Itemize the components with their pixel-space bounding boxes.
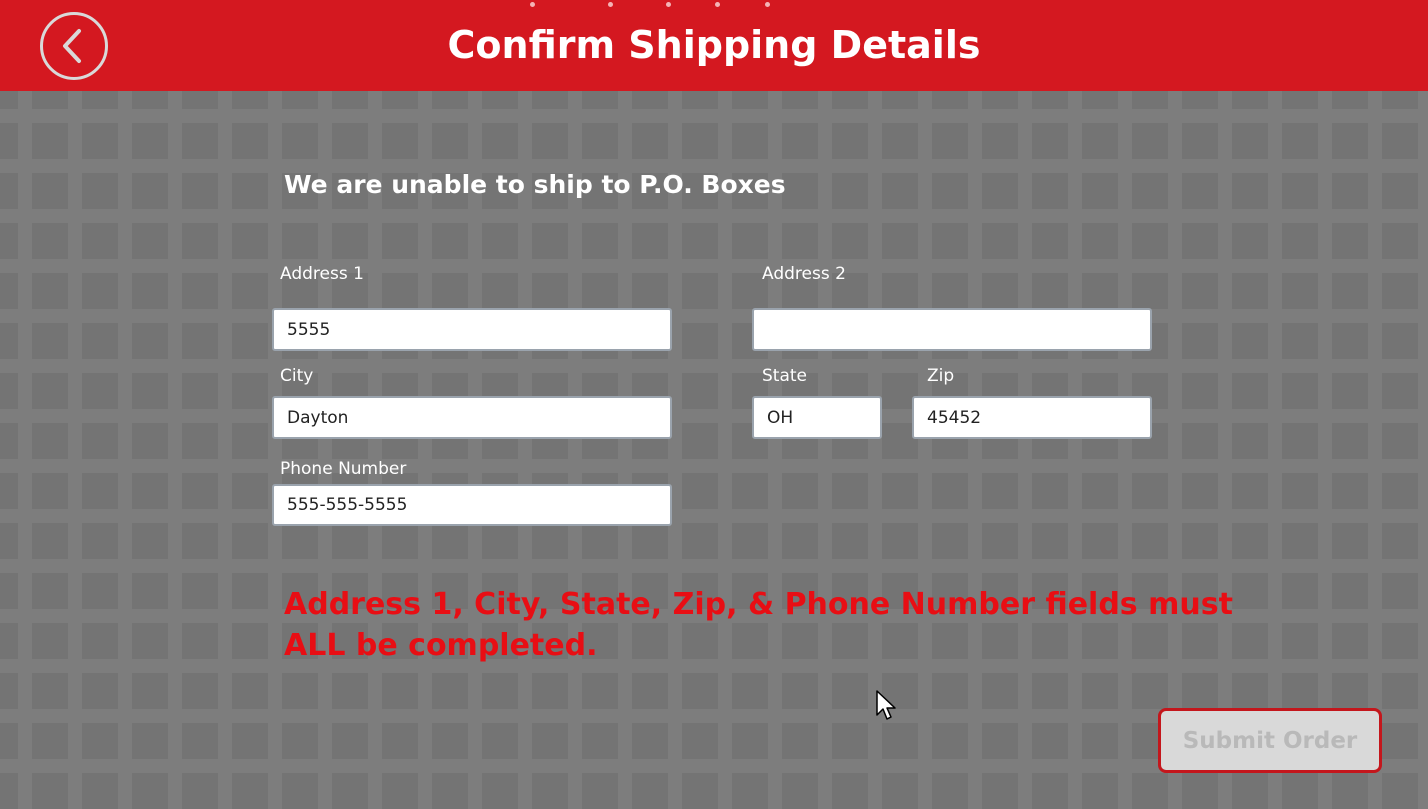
page-title: Confirm Shipping Details (447, 23, 981, 67)
zip-label: Zip (927, 366, 955, 386)
state-label: State (762, 366, 807, 386)
city-input[interactable] (272, 396, 672, 439)
phone-input[interactable] (272, 484, 672, 526)
po-box-notice: We are unable to ship to P.O. Boxes (284, 170, 786, 199)
city-label: City (280, 366, 314, 386)
mouse-pointer-icon (876, 690, 896, 720)
address1-label: Address 1 (280, 264, 364, 284)
address2-input[interactable] (752, 308, 1152, 351)
address2-label: Address 2 (762, 264, 846, 284)
validation-error-message: Address 1, City, State, Zip, & Phone Num… (284, 587, 1233, 663)
state-input[interactable] (752, 396, 882, 439)
address1-input[interactable] (272, 308, 672, 351)
submit-order-button[interactable]: Submit Order (1158, 708, 1382, 773)
header-bar: Confirm Shipping Details (0, 0, 1428, 91)
zip-input[interactable] (912, 396, 1152, 439)
phone-label: Phone Number (280, 459, 407, 479)
